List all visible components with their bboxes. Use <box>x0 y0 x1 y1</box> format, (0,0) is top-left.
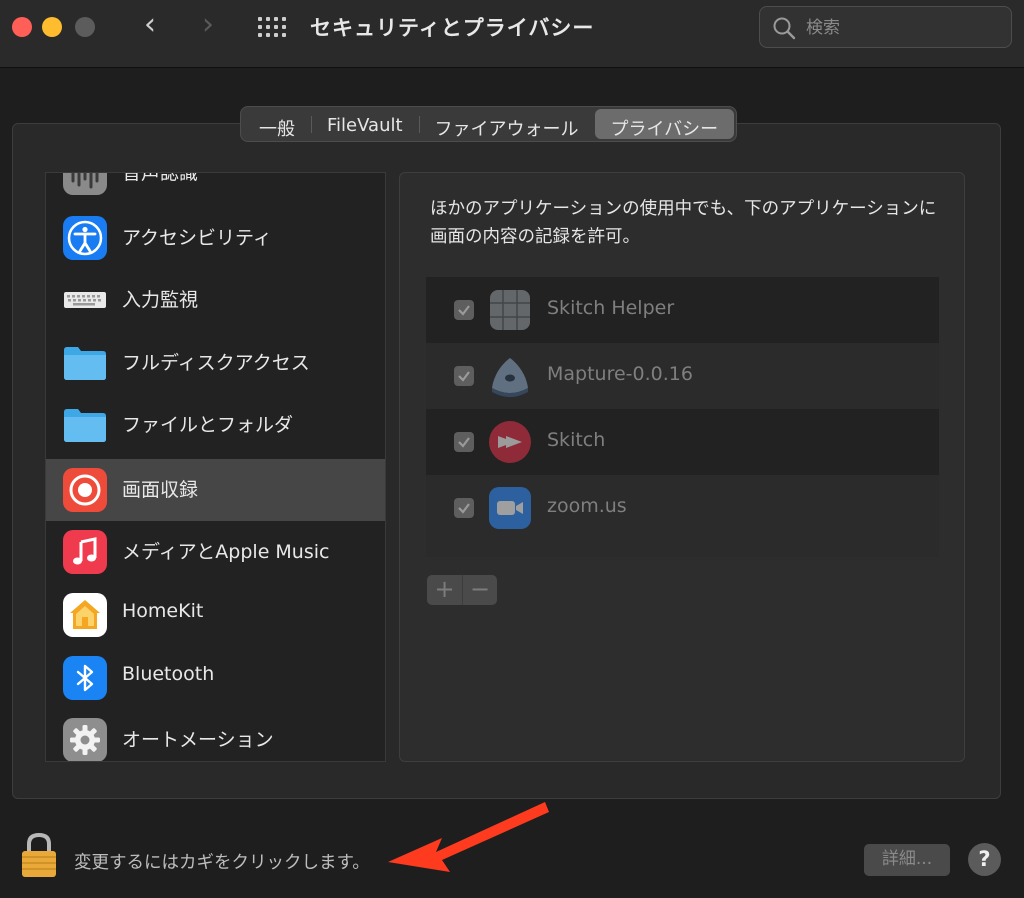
sidebar-item-input-monitoring[interactable]: 入力監視 <box>46 269 385 331</box>
app-name: zoom.us <box>547 495 627 517</box>
home-icon <box>63 593 107 637</box>
sidebar-item-label: メディアとApple Music <box>122 541 330 563</box>
add-app-button[interactable]: + <box>427 575 462 605</box>
sidebar-item-label: 画面収録 <box>122 479 199 501</box>
app-checkbox[interactable] <box>454 300 474 320</box>
keyboard-icon <box>63 278 107 322</box>
sidebar-item-label: Bluetooth <box>122 663 215 685</box>
screen-record-icon <box>63 468 107 512</box>
skitch-helper-icon <box>490 290 530 330</box>
add-remove-controls: + − <box>427 575 497 605</box>
skitch-icon <box>489 421 531 463</box>
sidebar-item-bluetooth[interactable]: Bluetooth <box>46 647 385 709</box>
remove-app-button[interactable]: − <box>462 575 497 605</box>
app-name: Mapture-0.0.16 <box>547 363 693 385</box>
app-row-skitch-helper[interactable]: Skitch Helper <box>426 277 939 343</box>
sidebar-item-label: HomeKit <box>122 600 204 622</box>
search-field[interactable] <box>759 6 1012 48</box>
pane-description: ほかのアプリケーションの使用中でも、下のアプリケーションに画面の内容の記録を許可… <box>430 199 937 247</box>
tab-bar: 一般 FileVault ファイアウォール プライバシー <box>240 106 738 142</box>
zoom-icon <box>489 487 531 529</box>
sidebar-item-label: ファイルとフォルダ <box>122 414 294 436</box>
tab-privacy[interactable]: プライバシー <box>594 109 735 140</box>
sidebar-item-media-apple-music[interactable]: メディアとApple Music <box>46 521 385 583</box>
privacy-category-list[interactable]: 音声認識 アクセシビリティ 入力監視 フルディスクアクセス ファイルとフォルダ … <box>45 172 386 762</box>
app-checkbox[interactable] <box>454 366 474 386</box>
minimize-window-button[interactable] <box>42 17 62 37</box>
window-title: セキュリティとプライバシー <box>310 16 595 40</box>
sidebar-item-files-and-folders[interactable]: ファイルとフォルダ <box>46 394 385 456</box>
lock-instruction-text: 変更するにはカギをクリックします。 <box>74 853 370 873</box>
gear-icon <box>63 718 107 761</box>
back-button[interactable]: ‹ <box>130 10 170 42</box>
search-input[interactable] <box>806 15 996 41</box>
zoom-window-button[interactable] <box>75 17 95 37</box>
sidebar-item-label: 音声認識 <box>122 172 199 184</box>
screen-recording-pane: ほかのアプリケーションの使用中でも、下のアプリケーションに画面の内容の記録を許可… <box>399 172 965 762</box>
forward-button[interactable]: › <box>188 10 228 42</box>
sidebar-item-label: 入力監視 <box>122 289 199 311</box>
app-list[interactable]: Skitch Helper Mapture-0.0.16 Skitch zoom… <box>426 277 939 557</box>
details-button[interactable]: 詳細... <box>864 844 950 876</box>
bluetooth-icon <box>63 656 107 700</box>
sidebar-item-accessibility[interactable]: アクセシビリティ <box>46 207 385 269</box>
sidebar-item-full-disk-access[interactable]: フルディスクアクセス <box>46 332 385 394</box>
lock-icon[interactable] <box>20 832 58 878</box>
app-name: Skitch <box>547 429 606 451</box>
app-checkbox[interactable] <box>454 498 474 518</box>
tab-filevault[interactable]: FileVault <box>311 109 419 139</box>
help-button[interactable]: ? <box>968 843 1001 876</box>
tab-general[interactable]: 一般 <box>243 109 311 140</box>
sidebar-item-label: オートメーション <box>122 729 274 751</box>
waveform-icon <box>63 173 107 195</box>
app-row-mapture[interactable]: Mapture-0.0.16 <box>426 343 939 409</box>
tab-firewall[interactable]: ファイアウォール <box>418 109 595 140</box>
music-note-icon <box>63 530 107 574</box>
app-checkbox[interactable] <box>454 432 474 452</box>
app-row-skitch[interactable]: Skitch <box>426 409 939 475</box>
show-all-grid-icon[interactable] <box>257 15 287 39</box>
title-bar: ‹ › セキュリティとプライバシー <box>0 0 1024 68</box>
folder-icon <box>63 403 107 447</box>
sidebar-item-automation[interactable]: オートメーション <box>46 709 385 761</box>
app-row-zoom[interactable]: zoom.us <box>426 475 939 541</box>
search-icon <box>773 17 796 40</box>
sidebar-item-label: アクセシビリティ <box>122 227 272 249</box>
sidebar-item-screen-recording[interactable]: 画面収録 <box>46 459 385 521</box>
folder-icon <box>63 341 107 385</box>
sidebar-item-label: フルディスクアクセス <box>122 352 310 374</box>
annotation-arrow <box>388 802 549 872</box>
close-window-button[interactable] <box>12 17 32 37</box>
mapture-icon <box>492 358 528 397</box>
sidebar-item-speech-recognition[interactable]: 音声認識 <box>46 172 385 204</box>
app-name: Skitch Helper <box>547 297 675 319</box>
sidebar-item-homekit[interactable]: HomeKit <box>46 584 385 646</box>
accessibility-icon <box>63 216 107 260</box>
